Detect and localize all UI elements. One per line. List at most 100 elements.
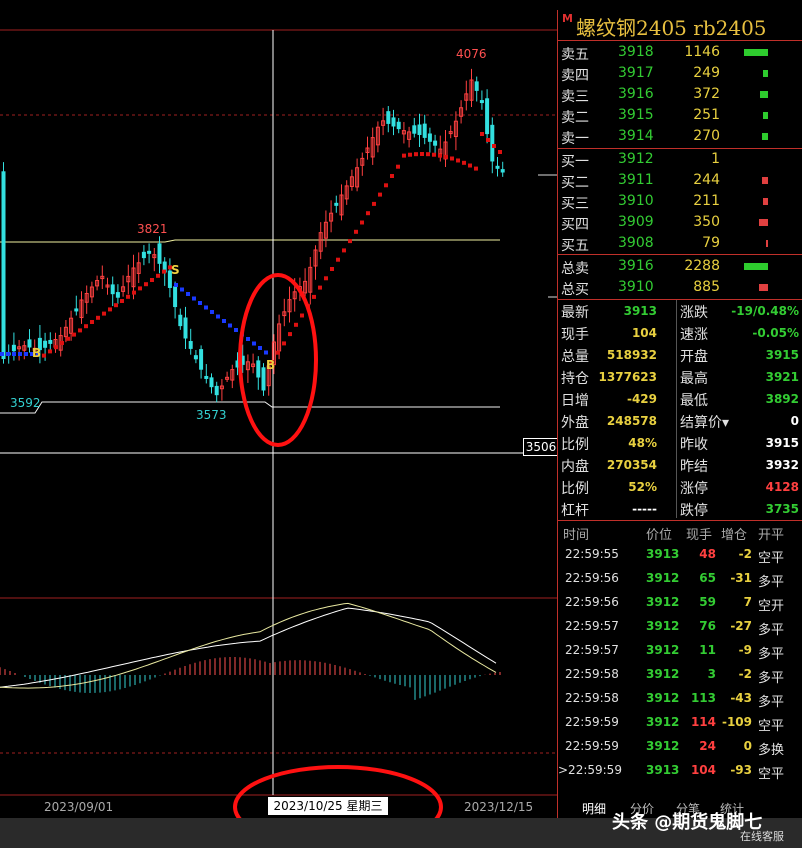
asks-row[interactable]: 卖五 3918 1146 — [558, 42, 802, 63]
stat-row: 比例 48% 昨收 3915 — [558, 432, 802, 454]
online-service-link[interactable]: 在线客服 — [740, 828, 784, 844]
trade-price: 3912 — [646, 643, 680, 657]
candle-body — [43, 340, 48, 348]
stat-key: 昨收 — [680, 437, 708, 453]
trade-inc: 0 — [743, 739, 752, 753]
sar-dots — [0, 132, 502, 364]
trade-hand: 114 — [690, 715, 716, 729]
trade-price: 3913 — [646, 547, 680, 561]
macd-dif-line — [0, 607, 497, 688]
asks-row[interactable]: 卖二 3915 251 — [558, 105, 802, 126]
candle-body — [214, 385, 219, 396]
support-resistance-lines — [0, 239, 500, 414]
candlesticks — [1, 68, 505, 403]
candle-body — [173, 286, 178, 308]
trade-row[interactable]: 22:59:58 3912 3 -2 多平 — [558, 663, 802, 687]
trade-row[interactable]: 22:59:56 3912 59 7 空开 — [558, 591, 802, 615]
trade-row[interactable]: 22:59:56 3912 65 -31 多平 — [558, 567, 802, 591]
stat-key: 开盘 — [680, 349, 708, 365]
book-separator — [558, 254, 802, 255]
trade-inc: -109 — [721, 715, 752, 729]
bids-row[interactable]: 买二 3911 244 — [558, 170, 802, 191]
book-price: 3914 — [618, 128, 654, 144]
totals-row[interactable]: 总买 3910 885 — [558, 277, 802, 298]
stat-row: 最新 3913 涨跌 -19/0.48% — [558, 300, 802, 322]
trade-time: 22:59:58 — [565, 667, 619, 681]
sar-dot — [84, 324, 88, 329]
totals-row[interactable]: 总卖 3916 2288 — [558, 256, 802, 277]
sar-dot — [330, 267, 334, 271]
trade-row[interactable]: 22:59:59 3912 114 -109 空平 — [558, 711, 802, 735]
col-inc: 增仓 — [721, 528, 748, 543]
stats-separator — [558, 520, 802, 521]
stat-key: 涨停 — [680, 481, 708, 497]
trade-row[interactable]: 22:59:59 3912 24 0 多换 — [558, 735, 802, 759]
trade-price: 3912 — [646, 619, 680, 633]
sar-dot — [366, 211, 370, 216]
trade-row[interactable]: 22:59:57 3912 76 -27 多平 — [558, 615, 802, 639]
sar-dot — [354, 229, 358, 234]
candle-body — [396, 121, 401, 130]
stat-value: 48% — [628, 436, 657, 450]
candle-body — [474, 81, 479, 91]
candle-body — [433, 140, 438, 146]
stat-key: 速涨 — [680, 327, 708, 343]
asks-row[interactable]: 卖三 3916 372 — [558, 84, 802, 105]
sar-dot — [378, 192, 382, 197]
sar-dot — [264, 350, 268, 355]
trade-type: 空平 — [758, 551, 785, 566]
sar-dot — [48, 349, 52, 354]
bids-row[interactable]: 买四 3909 350 — [558, 212, 802, 233]
trade-type: 多平 — [758, 623, 785, 638]
candle-body — [193, 355, 198, 360]
sar-dot — [198, 301, 202, 305]
sar-dot — [210, 310, 214, 314]
sar-dot — [78, 328, 82, 333]
sar-dot — [174, 283, 178, 287]
sar-dot — [258, 346, 262, 350]
book-price: 3918 — [618, 44, 654, 60]
candle-body — [27, 339, 32, 348]
trade-row[interactable]: 22:59:57 3912 11 -9 多平 — [558, 639, 802, 663]
trade-row[interactable]: 22:59:55 3913 48 -2 空平 — [558, 543, 802, 567]
sar-dot — [318, 285, 322, 290]
trade-row[interactable]: >22:59:59 3913 104 -93 空平 — [558, 759, 802, 783]
bids-row[interactable]: 买一 3912 1 — [558, 149, 802, 170]
kline-chart[interactable] — [0, 0, 557, 848]
candle-body — [1, 171, 6, 359]
bids-row[interactable]: 买五 3908 79 — [558, 233, 802, 254]
trade-time: 22:59:58 — [565, 691, 619, 705]
asks-row[interactable]: 卖四 3917 249 — [558, 63, 802, 84]
stat-key: 跌停 — [680, 503, 708, 519]
stat-row: 日增 -429 最低 3892 — [558, 388, 802, 410]
trades-header: 时间 价位 现手 增仓 开平 — [558, 522, 802, 543]
tab-detail[interactable]: 明细 — [582, 800, 606, 817]
sar-dot — [342, 248, 346, 253]
book-label: 买二 — [561, 175, 589, 191]
trade-hand: 48 — [699, 547, 716, 561]
book-price: 3917 — [618, 65, 654, 81]
trade-price: 3912 — [646, 595, 680, 609]
candle-body — [183, 317, 188, 339]
asks-row[interactable]: 卖一 3914 270 — [558, 126, 802, 147]
trade-row[interactable]: 22:59:58 3912 113 -43 多平 — [558, 687, 802, 711]
stat-value: -0.05% — [752, 326, 799, 340]
trade-inc: -2 — [738, 667, 752, 681]
trade-hand: 65 — [699, 571, 716, 585]
instrument-title[interactable]: 螺纹钢2405 rb2405 — [576, 12, 767, 41]
trade-inc: -43 — [730, 691, 752, 705]
sar-dot — [444, 154, 448, 159]
stat-key: 内盘 — [561, 459, 589, 475]
sar-dot — [24, 352, 28, 356]
chart-frame — [0, 29, 557, 796]
candle-body — [485, 98, 490, 135]
sar-dot — [462, 160, 466, 165]
sar-dot — [252, 341, 256, 346]
sar-dot — [468, 163, 472, 168]
sar-dot — [312, 294, 316, 299]
sar-dot — [414, 152, 418, 157]
book-price: 3915 — [618, 107, 654, 123]
bids-row[interactable]: 买三 3910 211 — [558, 191, 802, 212]
trade-price: 3912 — [646, 715, 680, 729]
trade-price: 3913 — [646, 763, 680, 777]
